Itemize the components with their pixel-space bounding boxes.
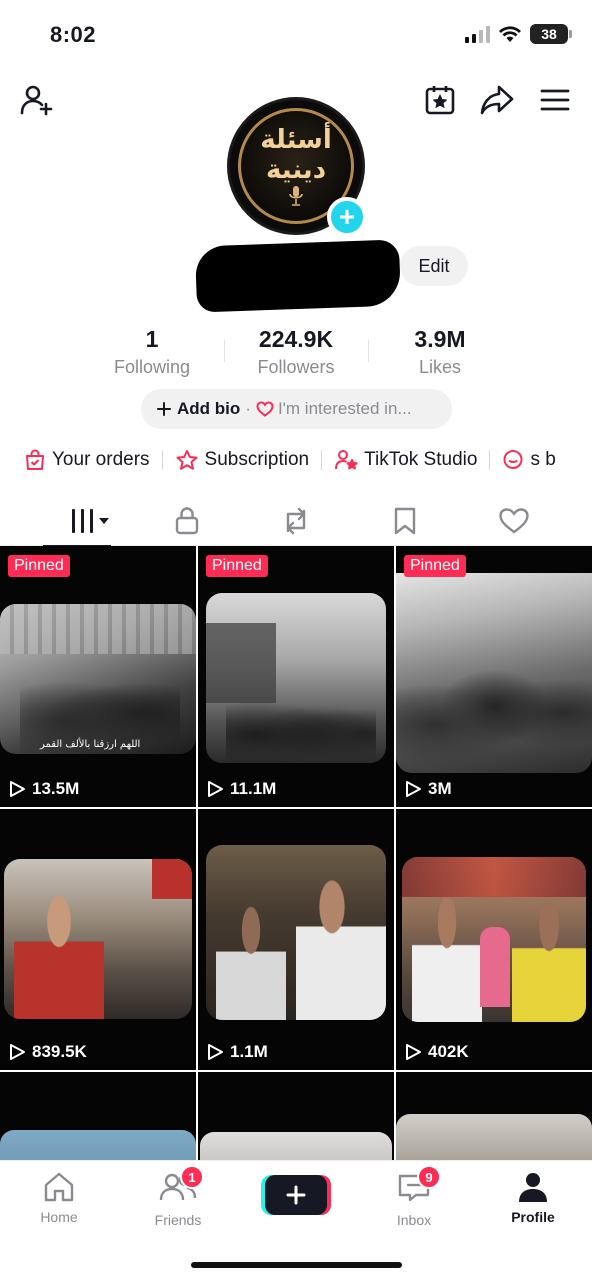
video-tile[interactable] [0, 1072, 196, 1160]
plus-icon [286, 1185, 306, 1205]
video-tile[interactable]: 1.1M [198, 809, 394, 1070]
video-thumbnail [206, 845, 386, 1020]
nav-inbox[interactable]: 9 Inbox [364, 1165, 464, 1228]
video-thumbnail [200, 1132, 392, 1160]
tab-reposts[interactable] [228, 496, 364, 546]
video-thumbnail [206, 593, 386, 763]
shortcut-more[interactable]: s b [502, 449, 556, 471]
status-time: 8:02 [50, 22, 97, 47]
add-bio-label: Add bio [177, 399, 241, 418]
share-icon[interactable] [479, 82, 515, 118]
heart-icon [256, 401, 274, 417]
pinned-badge: Pinned [8, 555, 70, 577]
add-photo-button[interactable]: + [327, 197, 367, 237]
shortcut-divider [489, 450, 491, 470]
pinned-badge: Pinned [206, 555, 268, 577]
heart-outline-icon [499, 508, 529, 534]
video-tile[interactable] [198, 1072, 394, 1160]
video-tile[interactable] [396, 1072, 592, 1160]
view-count: 11.1M [206, 779, 276, 799]
play-icon [406, 1044, 421, 1060]
view-count: 402K [404, 1042, 469, 1062]
profile-tabs [0, 496, 592, 547]
add-bio-button[interactable]: Add bio · I'm interested in... [141, 389, 452, 429]
profile-icon [519, 1173, 547, 1202]
shortcut-tiktok-studio[interactable]: TikTok Studio [334, 449, 477, 471]
stat-divider [368, 340, 369, 362]
video-tile[interactable]: 402K [396, 809, 592, 1070]
play-icon [10, 1044, 25, 1060]
tab-liked[interactable] [446, 496, 582, 546]
nav-home[interactable]: Home [9, 1171, 109, 1225]
wifi-icon [499, 26, 521, 42]
play-icon [208, 1044, 223, 1060]
view-count: 13.5M [8, 779, 79, 799]
shortcut-your-orders[interactable]: Your orders [24, 449, 150, 471]
video-grid: اللهم ارزقنا بالألف القمر Pinned 13.5M P… [0, 546, 592, 1160]
subscription-star-icon [176, 450, 198, 470]
view-count: 3M [404, 779, 452, 799]
bio-separator: · [245, 399, 251, 418]
video-thumbnail [396, 573, 592, 773]
tab-private[interactable] [146, 496, 228, 546]
video-thumbnail [402, 857, 586, 1022]
friends-notification-badge: 1 [180, 1165, 204, 1189]
status-icons: 38 [465, 24, 572, 44]
stat-following[interactable]: 1 Following [80, 326, 224, 378]
nav-profile[interactable]: Profile [483, 1171, 583, 1225]
video-tile[interactable]: Pinned 11.1M [198, 546, 394, 807]
menu-icon[interactable] [537, 82, 573, 118]
pinned-badge: Pinned [404, 555, 466, 577]
bookmark-icon [394, 507, 416, 535]
shopping-bag-icon [26, 449, 44, 470]
home-icon [44, 1172, 74, 1202]
creator-studio-icon [335, 450, 358, 470]
status-bar: 8:02 38 [0, 0, 592, 70]
tab-favorites[interactable] [364, 496, 446, 546]
microphone-icon [289, 186, 303, 206]
shortcut-subscription[interactable]: Subscription [175, 449, 309, 471]
profile-stats: 1 Following 224.9K Followers 3.9M Likes [80, 326, 512, 378]
inbox-notification-badge: 9 [417, 1165, 441, 1189]
lock-icon [175, 507, 199, 535]
videos-grid-icon [72, 509, 109, 533]
video-thumbnail: اللهم ارزقنا بالألف القمر [0, 604, 196, 754]
shortcut-divider [321, 450, 323, 470]
video-thumbnail [396, 1114, 592, 1160]
nav-friends[interactable]: 1 Friends [128, 1165, 228, 1228]
video-thumbnail [0, 1130, 196, 1160]
interest-label: I'm interested in... [277, 399, 412, 418]
plus-icon [157, 402, 171, 416]
calendar-star-icon[interactable] [422, 82, 458, 118]
profile-shortcuts: Your orders Subscription TikTok Studio s… [24, 445, 556, 475]
redacted-username [194, 239, 402, 313]
video-thumbnail [4, 859, 192, 1019]
add-friend-icon[interactable] [18, 82, 54, 118]
view-count: 839.5K [8, 1042, 87, 1062]
stat-likes[interactable]: 3.9M Likes [368, 326, 512, 378]
create-button[interactable] [265, 1175, 327, 1215]
chat-bubble-icon [503, 450, 523, 469]
play-icon [208, 781, 223, 797]
video-tile[interactable]: 839.5K [0, 809, 196, 1070]
video-tile[interactable]: اللهم ارزقنا بالألف القمر Pinned 13.5M [0, 546, 196, 807]
tab-videos[interactable] [0, 496, 146, 547]
cellular-signal-icon [465, 25, 490, 43]
home-indicator [191, 1262, 402, 1268]
video-tile[interactable]: Pinned 3M [396, 546, 592, 807]
stat-divider [224, 340, 225, 362]
stat-followers[interactable]: 224.9K Followers [224, 326, 368, 378]
battery-icon: 38 [530, 24, 572, 44]
video-caption: اللهم ارزقنا بالألف القمر [40, 739, 141, 750]
view-count: 1.1M [206, 1042, 268, 1062]
play-icon [10, 781, 25, 797]
edit-profile-button[interactable]: Edit [400, 246, 468, 286]
play-icon [406, 781, 421, 797]
shortcut-divider [161, 450, 163, 470]
repost-icon [286, 507, 306, 535]
